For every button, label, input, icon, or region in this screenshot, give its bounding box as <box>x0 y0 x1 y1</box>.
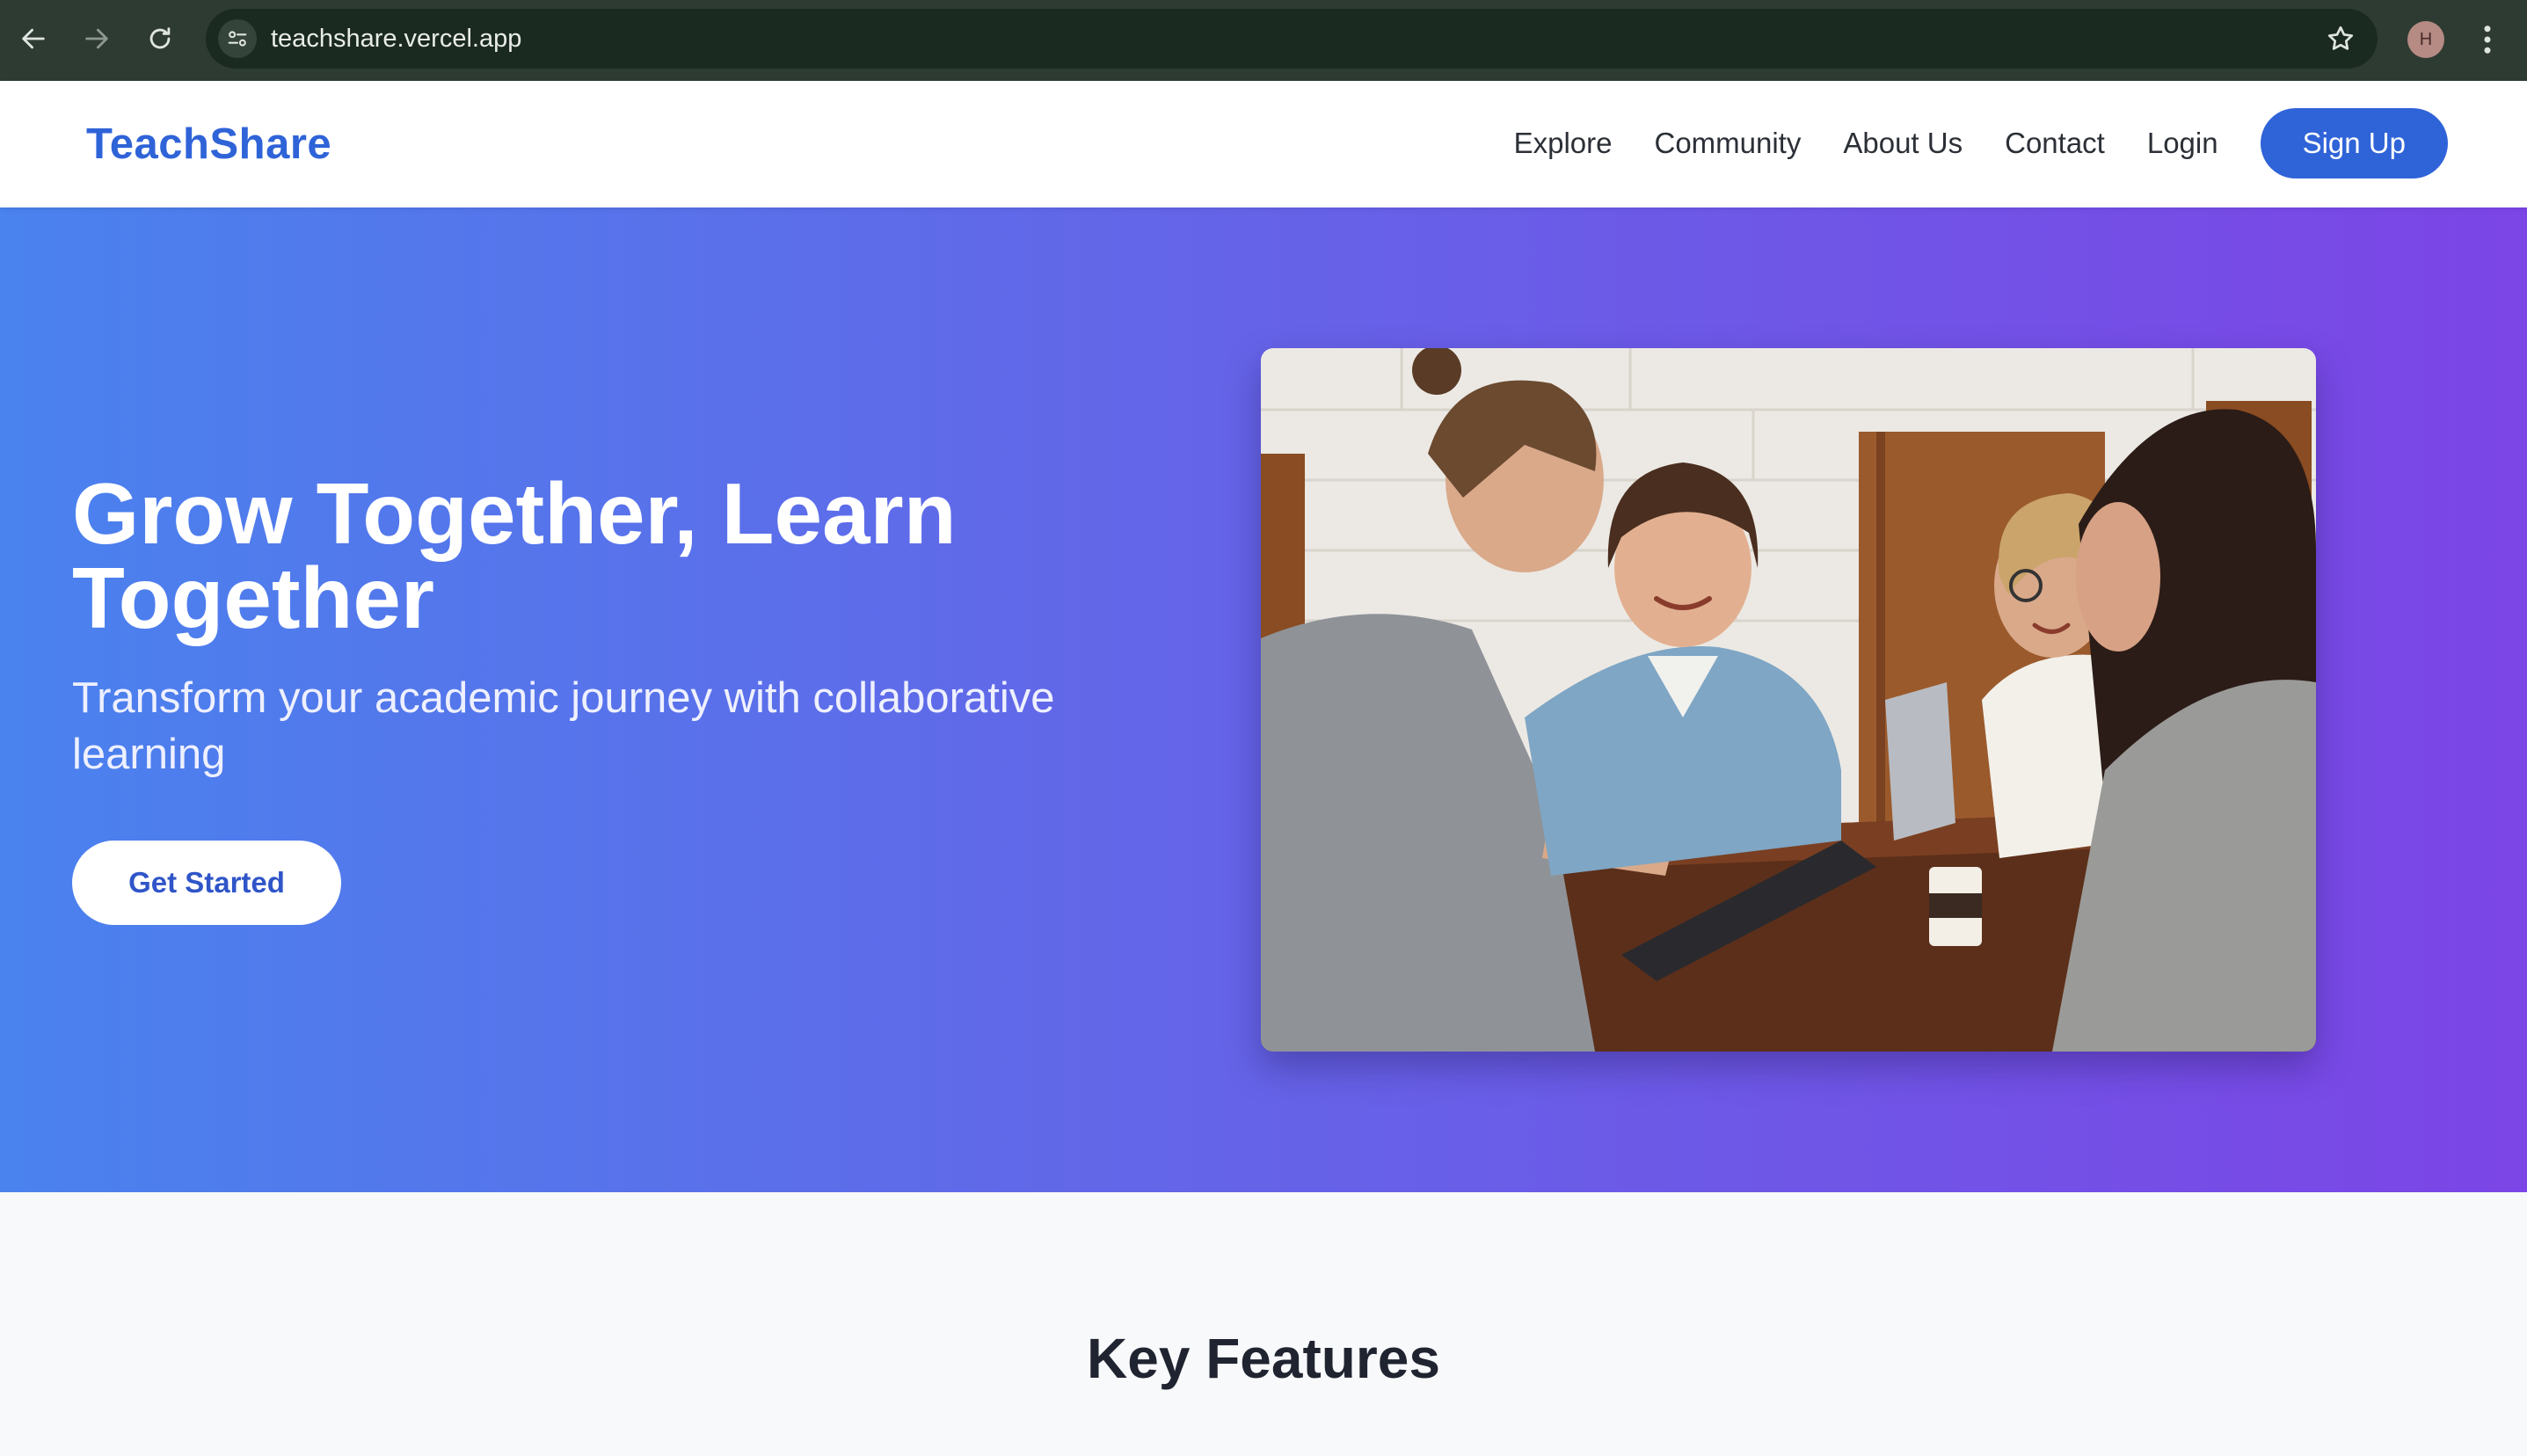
browser-toolbar: teachshare.vercel.app H <box>0 0 2527 81</box>
students-photo-illustration <box>1261 348 2316 1052</box>
nav-explore[interactable]: Explore <box>1514 127 1613 160</box>
profile-avatar[interactable]: H <box>2407 21 2444 58</box>
nav-about-us[interactable]: About Us <box>1843 127 1963 160</box>
hero-section: Grow Together, Learn Together Transform … <box>0 207 2527 1192</box>
nav-community[interactable]: Community <box>1654 127 1801 160</box>
hero-image <box>1261 348 2316 1052</box>
hero-subtitle: Transform your academic journey with col… <box>72 674 1055 778</box>
back-icon[interactable] <box>12 18 55 60</box>
reload-icon[interactable] <box>139 18 181 60</box>
get-started-button[interactable]: Get Started <box>72 841 341 925</box>
address-bar[interactable]: teachshare.vercel.app <box>206 9 2378 69</box>
brand-logo[interactable]: TeachShare <box>86 81 331 207</box>
features-heading: Key Features <box>1087 1327 1440 1390</box>
bookmark-star-icon[interactable] <box>2325 23 2356 55</box>
main-nav: Explore Community About Us Contact Login… <box>1514 107 2448 179</box>
sign-up-button[interactable]: Sign Up <box>2260 108 2448 178</box>
site-header: TeachShare Explore Community About Us Co… <box>0 81 2527 207</box>
nav-contact[interactable]: Contact <box>2005 127 2105 160</box>
nav-login[interactable]: Login <box>2147 127 2218 160</box>
forward-icon[interactable] <box>76 18 118 60</box>
more-vertical-icon[interactable] <box>2474 21 2501 58</box>
hero-title: Grow Together, Learn Together <box>72 465 957 646</box>
site-info-icon[interactable] <box>218 19 257 58</box>
url-text[interactable]: teachshare.vercel.app <box>271 9 521 69</box>
